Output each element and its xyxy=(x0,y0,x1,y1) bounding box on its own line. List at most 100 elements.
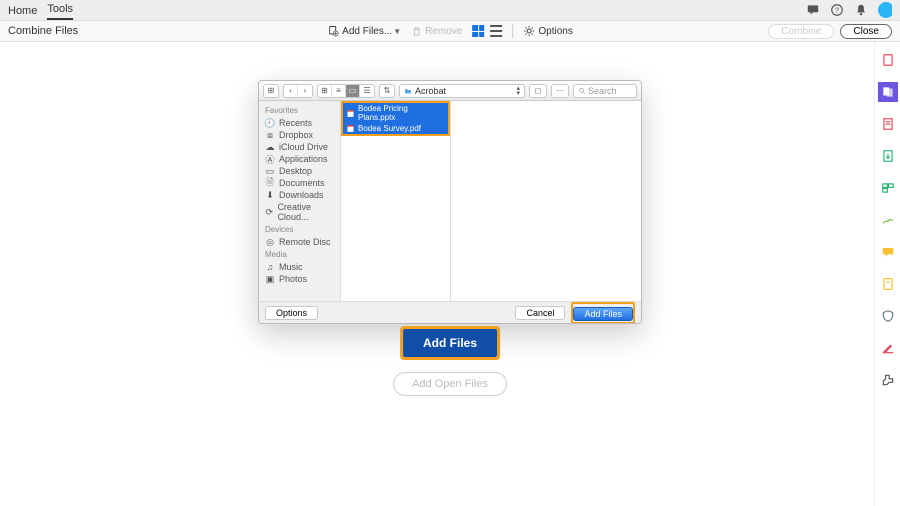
sidebar-item-music[interactable]: ♫ Music xyxy=(259,261,340,273)
help-icon[interactable]: ? xyxy=(830,3,844,17)
top-nav-right: ? xyxy=(806,3,892,17)
sidebar-label: Recents xyxy=(279,118,312,128)
options-button[interactable]: Options xyxy=(523,25,572,37)
combine-button: Combine xyxy=(768,24,834,39)
add-open-files-button[interactable]: Add Open Files xyxy=(393,372,507,396)
file-name: Bodea Pricing Plans.pptx xyxy=(358,104,445,122)
action-button[interactable]: ⋯ xyxy=(551,84,569,98)
center-buttons: Add Files Add Open Files xyxy=(393,326,507,396)
rail-protect-icon[interactable] xyxy=(878,306,898,326)
sidebar-label: Downloads xyxy=(279,190,324,200)
creativecloud-icon: ⟳ xyxy=(265,207,273,217)
photos-icon: ▣ xyxy=(265,274,275,284)
rail-combine-icon[interactable] xyxy=(878,82,898,102)
add-files-big-button[interactable]: Add Files xyxy=(403,329,497,357)
nav-back-forward[interactable]: ⊞ xyxy=(263,84,279,98)
remove-label: Remove xyxy=(425,26,462,37)
search-input[interactable]: Search xyxy=(573,84,637,98)
add-files-label: Add Files... xyxy=(342,26,392,37)
add-files-dropdown[interactable]: Add Files... ▼ xyxy=(327,25,401,37)
tag-button[interactable]: ◻ xyxy=(529,84,547,98)
toolbar-title: Combine Files xyxy=(8,25,78,37)
sidebar-item-remotedisc[interactable]: ◎Remote Disc xyxy=(259,236,340,248)
sort-segment[interactable]: ⇅ xyxy=(379,84,395,98)
search-placeholder: Search xyxy=(588,86,617,96)
sidebar-group-media: Media xyxy=(259,248,340,261)
file-row[interactable]: Bodea Survey.pdf xyxy=(343,123,448,134)
finder-options-button[interactable]: Options xyxy=(265,306,318,320)
trash-icon xyxy=(411,26,422,37)
rail-export-icon[interactable] xyxy=(878,146,898,166)
file-name: Bodea Survey.pdf xyxy=(358,124,421,133)
rail-redact-icon[interactable] xyxy=(878,338,898,358)
pdf-file-icon xyxy=(346,124,355,133)
view-toggle xyxy=(472,25,502,37)
add-files-icon xyxy=(327,25,339,37)
options-label: Options xyxy=(538,26,572,37)
toolbar-divider xyxy=(512,24,513,38)
location-label: Acrobat xyxy=(415,86,446,96)
documents-icon: 🗎 xyxy=(265,178,275,188)
cloud-icon: ☁ xyxy=(265,142,275,152)
rail-create-pdf-icon[interactable] xyxy=(878,50,898,70)
sidebar-item-recents[interactable]: 🕘 Recents xyxy=(259,117,340,129)
sidebar-label: Creative Cloud... xyxy=(277,202,334,222)
disc-icon: ◎ xyxy=(265,237,275,247)
finder-add-files-button[interactable]: Add Files xyxy=(573,307,633,321)
right-rail xyxy=(874,42,900,506)
remove-button: Remove xyxy=(411,26,462,37)
finder-sidebar: Favorites 🕘 Recents ⧈Dropbox ☁ iCloud Driv… xyxy=(259,101,341,301)
toolbar-center: Add Files... ▼ Remove Options xyxy=(327,24,573,38)
chat-icon[interactable] xyxy=(806,3,820,17)
gear-icon xyxy=(523,25,535,37)
sidebar-item-icloud[interactable]: ☁ iCloud Drive xyxy=(259,141,340,153)
file-picker-toolbar: ⊞ ‹› ⊞≡▭☰ ⇅ Acrobat ▴▾ ◻ ⋯ Search xyxy=(259,81,641,101)
cancel-button[interactable]: Cancel xyxy=(515,306,565,320)
clock-icon: 🕘 xyxy=(265,118,275,128)
rail-edit-icon[interactable] xyxy=(878,114,898,134)
file-row[interactable]: Bodea Pricing Plans.pptx xyxy=(343,103,448,123)
sidebar-label: Dropbox xyxy=(279,130,313,140)
profile-avatar[interactable] xyxy=(878,3,892,17)
sidebar-item-applications[interactable]: Ⓐ Applications xyxy=(259,153,340,165)
close-button[interactable]: Close xyxy=(840,24,892,39)
sidebar-group-favorites: Favorites xyxy=(259,104,340,117)
nav-arrows[interactable]: ‹› xyxy=(283,84,313,98)
downloads-icon: ⬇ xyxy=(265,190,275,200)
sidebar-label: Music xyxy=(279,262,303,272)
add-files-highlight: Add Files xyxy=(571,302,635,324)
top-nav-left: Home Tools xyxy=(8,0,73,20)
rail-comment-icon[interactable] xyxy=(878,242,898,262)
toolbar-right: Combine Close xyxy=(768,24,892,39)
sidebar-label: Applications xyxy=(279,154,328,164)
sidebar-item-downloads[interactable]: ⬇ Downloads xyxy=(259,189,340,201)
svg-text:?: ? xyxy=(835,7,839,14)
nav-tools[interactable]: Tools xyxy=(47,3,73,20)
grid-view-icon[interactable] xyxy=(472,25,484,37)
sidebar-label: Photos xyxy=(279,274,307,284)
file-picker-body: Favorites 🕘 Recents ⧈Dropbox ☁ iCloud Driv… xyxy=(259,101,641,301)
rail-signature-icon[interactable] xyxy=(878,210,898,230)
file-list-column: Bodea Pricing Plans.pptx Bodea Survey.pd… xyxy=(341,101,451,301)
nav-home[interactable]: Home xyxy=(8,5,37,20)
file-picker-dialog: ⊞ ‹› ⊞≡▭☰ ⇅ Acrobat ▴▾ ◻ ⋯ Search Favori… xyxy=(258,80,642,324)
apps-icon: Ⓐ xyxy=(265,154,275,164)
sidebar-item-documents[interactable]: 🗎Documents xyxy=(259,177,340,189)
music-icon: ♫ xyxy=(265,262,275,272)
sidebar-item-dropbox[interactable]: ⧈Dropbox xyxy=(259,129,340,141)
sidebar-label: iCloud Drive xyxy=(279,142,328,152)
rail-stamp-icon[interactable] xyxy=(878,274,898,294)
sidebar-item-creativecloud[interactable]: ⟳ Creative Cloud... xyxy=(259,201,340,223)
bell-icon[interactable] xyxy=(854,3,868,17)
add-files-big-highlight: Add Files xyxy=(400,326,500,360)
sidebar-item-photos[interactable]: ▣ Photos xyxy=(259,273,340,285)
rail-more-tools-icon[interactable] xyxy=(878,370,898,390)
chevron-down-icon: ▼ xyxy=(393,27,401,36)
location-popup[interactable]: Acrobat ▴▾ xyxy=(399,84,525,98)
folder-icon xyxy=(404,87,412,95)
pptx-file-icon xyxy=(346,109,355,118)
view-mode-segment[interactable]: ⊞≡▭☰ xyxy=(317,84,375,98)
sidebar-group-devices: Devices xyxy=(259,223,340,236)
rail-organize-icon[interactable] xyxy=(878,178,898,198)
list-view-icon[interactable] xyxy=(490,25,502,37)
